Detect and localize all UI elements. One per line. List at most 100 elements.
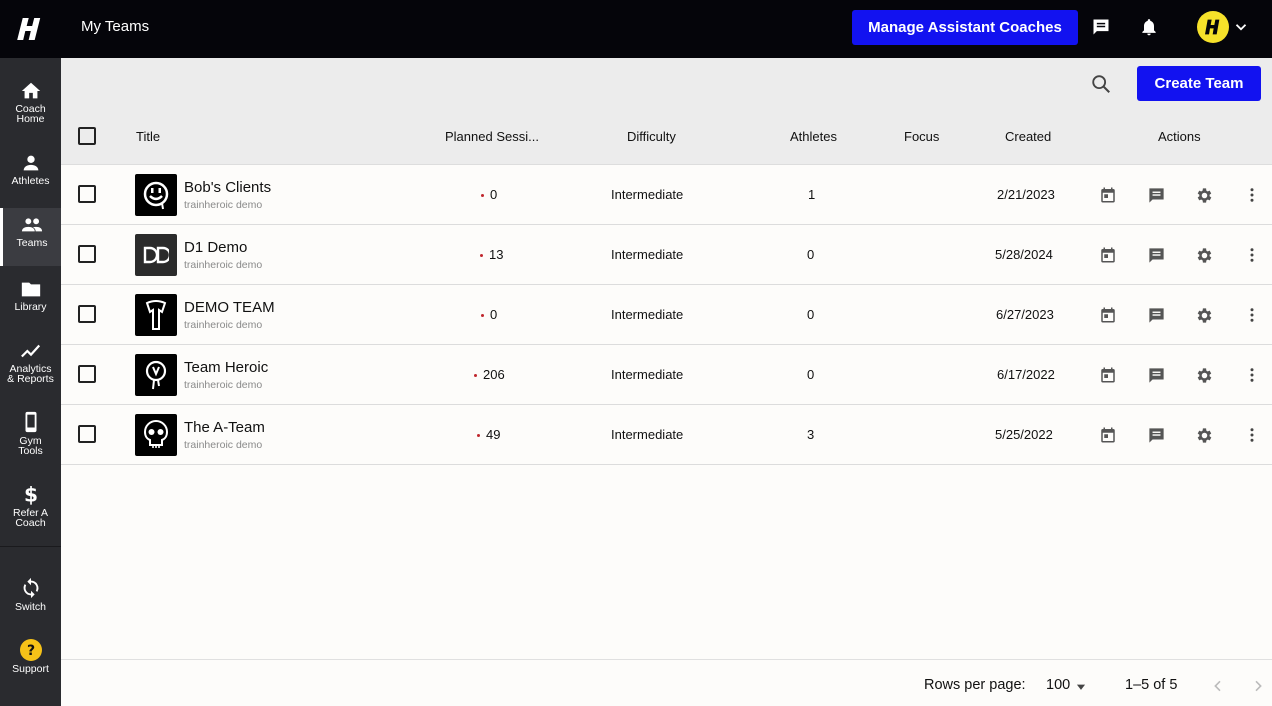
column-header-focus[interactable]: Focus bbox=[904, 129, 939, 144]
table-row[interactable]: Team Heroic trainheroic demo 206 Interme… bbox=[61, 345, 1272, 405]
planned-sessions-cell: 13 bbox=[480, 247, 503, 262]
manage-assistant-coaches-button[interactable]: Manage Assistant Coaches bbox=[852, 10, 1078, 45]
team-logo bbox=[135, 174, 177, 216]
folder-icon bbox=[21, 282, 40, 297]
column-header-athletes[interactable]: Athletes bbox=[790, 129, 837, 144]
skull-logo-icon bbox=[143, 419, 169, 448]
sidebar-item-library[interactable]: Library bbox=[0, 278, 61, 312]
d1-logo-icon bbox=[143, 246, 169, 264]
avatar-logo-icon bbox=[1205, 19, 1220, 35]
team-org: trainheroic demo bbox=[184, 319, 263, 331]
phone-icon bbox=[25, 411, 36, 433]
dropdown-arrow-icon[interactable] bbox=[1074, 680, 1088, 694]
column-header-title[interactable]: Title bbox=[136, 129, 160, 144]
sidebar: Coach Home Athletes Teams Library Analyt… bbox=[0, 58, 61, 706]
gear-icon[interactable] bbox=[1193, 244, 1215, 266]
team-name[interactable]: The A-Team bbox=[184, 419, 265, 436]
sidebar-item-athletes[interactable]: Athletes bbox=[0, 152, 61, 186]
column-header-planned-sessions[interactable]: Planned Sessi... bbox=[445, 129, 539, 144]
gear-icon[interactable] bbox=[1193, 304, 1215, 326]
sidebar-item-support[interactable]: ? Support bbox=[0, 638, 61, 674]
created-cell: 5/25/2022 bbox=[995, 427, 1053, 442]
created-cell: 6/17/2022 bbox=[997, 367, 1055, 382]
group-icon bbox=[21, 218, 43, 232]
next-page-icon[interactable] bbox=[1250, 678, 1266, 694]
more-vert-icon[interactable] bbox=[1241, 184, 1263, 206]
sidebar-item-teams[interactable]: Teams bbox=[0, 208, 61, 266]
status-dot bbox=[480, 254, 483, 258]
row-checkbox[interactable] bbox=[78, 305, 96, 323]
created-cell: 2/21/2023 bbox=[997, 187, 1055, 202]
home-icon bbox=[21, 82, 40, 99]
select-all-checkbox[interactable] bbox=[78, 127, 96, 145]
team-org: trainheroic demo bbox=[184, 199, 263, 211]
status-dot bbox=[481, 194, 484, 198]
logo-icon bbox=[16, 18, 40, 40]
created-cell: 5/28/2024 bbox=[995, 247, 1053, 262]
table-row[interactable]: DEMO TEAM trainheroic demo 0 Intermediat… bbox=[61, 285, 1272, 345]
rows-per-page-select[interactable]: 100 bbox=[1046, 677, 1070, 693]
created-cell: 6/27/2023 bbox=[996, 307, 1054, 322]
calendar-icon[interactable] bbox=[1097, 184, 1119, 206]
team-org: trainheroic demo bbox=[184, 379, 263, 391]
create-team-button[interactable]: Create Team bbox=[1137, 66, 1261, 101]
team-name[interactable]: Bob's Clients bbox=[184, 179, 271, 196]
team-name[interactable]: D1 Demo bbox=[184, 239, 247, 256]
table-row[interactable]: Bob's Clients trainheroic demo 0 Interme… bbox=[61, 165, 1272, 225]
more-vert-icon[interactable] bbox=[1241, 424, 1263, 446]
chevron-down-icon[interactable] bbox=[1232, 18, 1250, 36]
more-vert-icon[interactable] bbox=[1241, 364, 1263, 386]
previous-page-icon[interactable] bbox=[1210, 678, 1226, 694]
row-checkbox[interactable] bbox=[78, 245, 96, 263]
athletes-cell: 3 bbox=[807, 427, 815, 442]
message-icon[interactable] bbox=[1145, 364, 1167, 386]
sidebar-item-coach-home[interactable]: Coach Home bbox=[0, 80, 61, 124]
status-dot bbox=[474, 374, 477, 378]
more-vert-icon[interactable] bbox=[1241, 244, 1263, 266]
planned-sessions-cell: 206 bbox=[474, 367, 505, 382]
team-logo bbox=[135, 234, 177, 276]
athletes-cell: 0 bbox=[807, 247, 815, 262]
calendar-icon[interactable] bbox=[1097, 364, 1119, 386]
sidebar-item-analytics[interactable]: Analytics & Reports bbox=[0, 340, 61, 384]
search-icon[interactable] bbox=[1090, 73, 1112, 95]
axe-logo-icon bbox=[145, 300, 167, 330]
message-icon[interactable] bbox=[1145, 304, 1167, 326]
message-icon[interactable] bbox=[1145, 424, 1167, 446]
column-header-created[interactable]: Created bbox=[1005, 129, 1051, 144]
message-icon[interactable] bbox=[1145, 244, 1167, 266]
difficulty-cell: Intermediate bbox=[611, 247, 684, 262]
notifications-bell-icon[interactable] bbox=[1138, 16, 1160, 38]
table-row[interactable]: The A-Team trainheroic demo 49 Intermedi… bbox=[61, 405, 1272, 465]
switch-icon bbox=[23, 577, 38, 599]
status-dot bbox=[481, 314, 484, 318]
gear-icon[interactable] bbox=[1193, 364, 1215, 386]
athletes-cell: 0 bbox=[807, 367, 815, 382]
message-icon[interactable] bbox=[1145, 184, 1167, 206]
column-header-difficulty[interactable]: Difficulty bbox=[627, 129, 676, 144]
calendar-icon[interactable] bbox=[1097, 304, 1119, 326]
row-checkbox[interactable] bbox=[78, 425, 96, 443]
pagination-range: 1–5 of 5 bbox=[1125, 677, 1178, 693]
chart-icon bbox=[20, 344, 40, 358]
sidebar-item-refer-a-coach[interactable]: $ Refer A Coach bbox=[0, 482, 61, 528]
kettlebell-logo-icon bbox=[145, 360, 167, 390]
table-row[interactable]: D1 Demo trainheroic demo 13 Intermediate… bbox=[61, 225, 1272, 285]
gear-icon[interactable] bbox=[1193, 184, 1215, 206]
team-name[interactable]: Team Heroic bbox=[184, 359, 268, 376]
page-title: My Teams bbox=[81, 18, 150, 35]
sidebar-item-gym-tools[interactable]: Gym Tools bbox=[0, 410, 61, 456]
row-checkbox[interactable] bbox=[78, 365, 96, 383]
more-vert-icon[interactable] bbox=[1241, 304, 1263, 326]
messages-icon[interactable] bbox=[1090, 16, 1112, 38]
calendar-icon[interactable] bbox=[1097, 424, 1119, 446]
row-checkbox[interactable] bbox=[78, 185, 96, 203]
app-logo[interactable] bbox=[0, 0, 61, 58]
user-avatar[interactable] bbox=[1197, 11, 1229, 43]
calendar-icon[interactable] bbox=[1097, 244, 1119, 266]
gear-icon[interactable] bbox=[1193, 424, 1215, 446]
sidebar-item-switch[interactable]: Switch bbox=[0, 576, 61, 612]
difficulty-cell: Intermediate bbox=[611, 427, 684, 442]
difficulty-cell: Intermediate bbox=[611, 367, 684, 382]
team-name[interactable]: DEMO TEAM bbox=[184, 299, 275, 316]
